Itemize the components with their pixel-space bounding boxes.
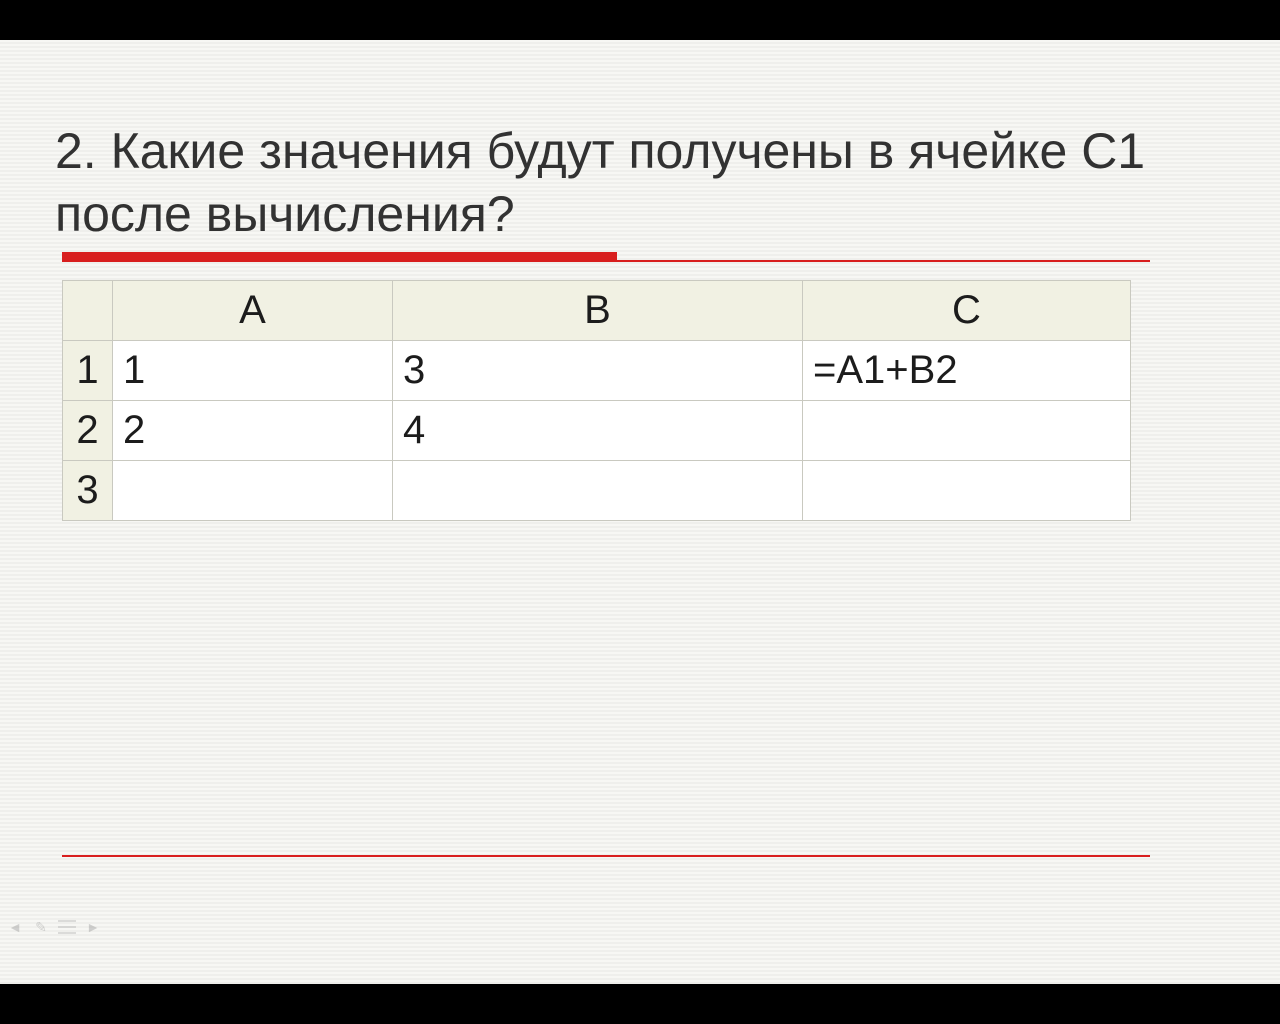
cell-b2: 4 [393, 401, 803, 461]
table-row: 2 2 4 [63, 401, 1131, 461]
presentation-toolbar: ◄ ✎ ► [6, 918, 102, 936]
cell-a1: 1 [113, 341, 393, 401]
col-header-b: B [393, 281, 803, 341]
question-title: 2. Какие значения будут получены в ячейк… [55, 120, 1155, 245]
bottom-divider [62, 855, 1150, 857]
cell-c3 [803, 461, 1131, 521]
corner-cell [63, 281, 113, 341]
row-header-2: 2 [63, 401, 113, 461]
col-header-a: A [113, 281, 393, 341]
cell-c1: =A1+B2 [803, 341, 1131, 401]
slide-frame: 2. Какие значения будут получены в ячейк… [0, 40, 1280, 984]
next-slide-icon[interactable]: ► [84, 918, 102, 936]
cell-c2 [803, 401, 1131, 461]
table-row: 3 [63, 461, 1131, 521]
cell-b1: 3 [393, 341, 803, 401]
title-underline [62, 252, 1150, 262]
cell-b3 [393, 461, 803, 521]
menu-icon[interactable] [58, 918, 76, 936]
prev-slide-icon[interactable]: ◄ [6, 918, 24, 936]
row-header-3: 3 [63, 461, 113, 521]
row-header-1: 1 [63, 341, 113, 401]
pen-icon[interactable]: ✎ [32, 918, 50, 936]
col-header-c: C [803, 281, 1131, 341]
column-header-row: A B C [63, 281, 1131, 341]
table-row: 1 1 3 =A1+B2 [63, 341, 1131, 401]
spreadsheet-table: A B C 1 1 3 =A1+B2 2 2 4 3 [62, 280, 1131, 521]
cell-a2: 2 [113, 401, 393, 461]
cell-a3 [113, 461, 393, 521]
